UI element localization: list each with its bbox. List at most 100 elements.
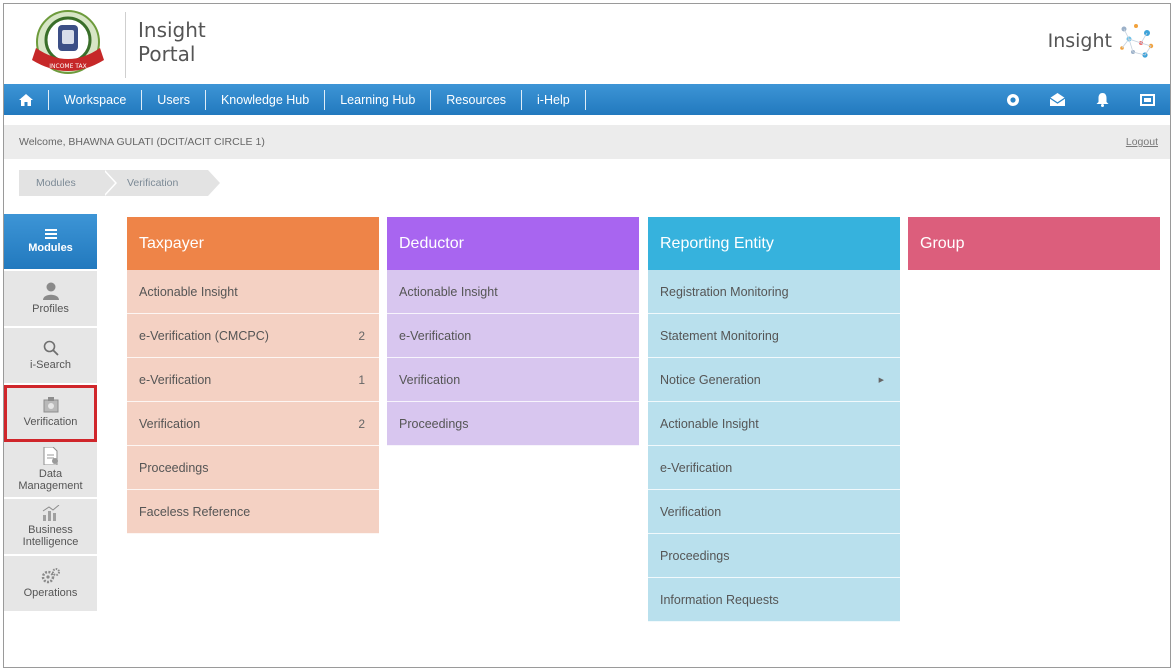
reporting-item-notice-generation[interactable]: Notice Generation ▶	[648, 358, 900, 402]
income-tax-emblem-logo: INCOME TAX	[22, 8, 114, 82]
sidebar-item-verification[interactable]: Verification	[4, 385, 97, 442]
insight-logo-text: Insight	[1047, 30, 1112, 52]
taxpayer-item-actionable-insight[interactable]: Actionable Insight	[127, 270, 379, 314]
menu-item-label: Proceedings	[660, 548, 730, 563]
taxpayer-item-proceedings[interactable]: Proceedings	[127, 446, 379, 490]
home-button[interactable]	[4, 84, 48, 115]
logout-link[interactable]: Logout	[1126, 136, 1158, 148]
menu-item-label: e-Verification (CMCPC)	[139, 328, 269, 343]
taxpayer-item-e-verification-cmcpc[interactable]: e-Verification (CMCPC) 2	[127, 314, 379, 358]
main-navbar: Workspace Users Knowledge Hub Learning H…	[4, 84, 1170, 115]
deductor-item-e-verification[interactable]: e-Verification	[387, 314, 639, 358]
gears-icon	[41, 568, 61, 584]
business-intelligence-icon	[42, 505, 60, 521]
reporting-item-registration-monitoring[interactable]: Registration Monitoring	[648, 270, 900, 314]
sidebar-item-profiles[interactable]: Profiles	[4, 271, 97, 328]
submenu-arrow-icon: ▶	[878, 376, 884, 384]
deductor-module: Deductor Actionable Insight e-Verificati…	[387, 217, 639, 446]
home-icon	[19, 93, 33, 106]
breadcrumb-verification[interactable]: Verification	[103, 170, 222, 196]
breadcrumb: Modules Verification	[19, 170, 222, 196]
menu-item-label: Actionable Insight	[660, 416, 759, 431]
menu-item-label: e-Verification	[399, 328, 472, 343]
sidebar-item-label: i-Search	[30, 359, 71, 371]
notifications-button[interactable]	[1080, 84, 1125, 115]
menu-item-label: Actionable Insight	[399, 284, 498, 299]
group-header[interactable]: Group	[908, 217, 1160, 270]
mail-button[interactable]	[1035, 84, 1080, 115]
nav-separator	[584, 89, 586, 110]
nav-workspace[interactable]: Workspace	[49, 84, 141, 115]
insight-logo: Insight	[1048, 22, 1156, 60]
nav-users[interactable]: Users	[142, 84, 205, 115]
menu-icon	[44, 229, 57, 239]
user-icon	[42, 282, 59, 300]
sidebar-item-business-intelligence[interactable]: Business Intelligence	[4, 499, 97, 556]
svg-text:INCOME TAX: INCOME TAX	[49, 63, 86, 70]
sidebar-item-label: Business	[28, 524, 73, 536]
mail-icon	[1050, 93, 1065, 106]
deductor-item-actionable-insight[interactable]: Actionable Insight	[387, 270, 639, 314]
deductor-item-proceedings[interactable]: Proceedings	[387, 402, 639, 446]
welcome-text: Welcome, BHAWNA GULATI (DCIT/ACIT CIRCLE…	[19, 136, 265, 148]
menu-item-label: Verification	[139, 416, 201, 431]
deductor-header: Deductor	[387, 217, 639, 270]
data-management-icon	[43, 447, 59, 465]
insight-network-icon	[1120, 24, 1154, 58]
reporting-item-proceedings[interactable]: Proceedings	[648, 534, 900, 578]
taxpayer-menu: Actionable Insight e-Verification (CMCPC…	[127, 270, 379, 534]
reporting-entity-header: Reporting Entity	[648, 217, 900, 270]
bell-icon	[1096, 92, 1109, 107]
reporting-item-e-verification[interactable]: e-Verification	[648, 446, 900, 490]
module-sidebar: Modules Profiles i-Search Verification D	[4, 214, 97, 639]
menu-item-label: Registration Monitoring	[660, 284, 789, 299]
sidebar-item-modules[interactable]: Modules	[4, 214, 97, 271]
menu-item-label: Proceedings	[399, 416, 469, 431]
welcome-bar: Welcome, BHAWNA GULATI (DCIT/ACIT CIRCLE…	[4, 125, 1170, 159]
sidebar-item-label: Operations	[23, 587, 78, 599]
search-icon	[43, 340, 59, 356]
fullscreen-icon	[1140, 93, 1155, 106]
header: INCOME TAX Insight Portal Insight	[4, 4, 1170, 84]
nav-resources[interactable]: Resources	[431, 84, 521, 115]
menu-item-label: Statement Monitoring	[660, 328, 779, 343]
sidebar-item-label: Profiles	[32, 303, 69, 315]
support-button[interactable]	[990, 84, 1035, 115]
menu-item-label: e-Verification	[139, 372, 212, 387]
group-module: Group	[908, 217, 1160, 270]
taxpayer-module: Taxpayer Actionable Insight e-Verificati…	[127, 217, 379, 534]
nav-learning-hub[interactable]: Learning Hub	[325, 84, 430, 115]
menu-item-label: Actionable Insight	[139, 284, 238, 299]
deductor-menu: Actionable Insight e-Verification Verifi…	[387, 270, 639, 446]
portal-title-line1: Insight	[138, 18, 206, 42]
header-divider	[125, 12, 126, 78]
portal-title-line2: Portal	[138, 42, 196, 66]
verification-icon	[43, 397, 59, 413]
sidebar-item-label: Data	[38, 468, 63, 480]
menu-item-label: Faceless Reference	[139, 504, 251, 519]
reporting-item-information-requests[interactable]: Information Requests	[648, 578, 900, 622]
navbar-actions	[990, 84, 1170, 115]
sidebar-item-data-management[interactable]: Data Management	[4, 442, 97, 499]
nav-knowledge-hub[interactable]: Knowledge Hub	[206, 84, 324, 115]
sidebar-item-operations[interactable]: Operations	[4, 556, 97, 613]
fullscreen-button[interactable]	[1125, 84, 1170, 115]
nav-i-help[interactable]: i-Help	[522, 84, 585, 115]
sidebar-item-label: Verification	[23, 416, 78, 428]
taxpayer-item-verification[interactable]: Verification 2	[127, 402, 379, 446]
menu-item-label: Verification	[399, 372, 461, 387]
reporting-entity-menu: Registration Monitoring Statement Monito…	[648, 270, 900, 622]
sidebar-item-label: Modules	[28, 242, 73, 254]
breadcrumb-modules[interactable]: Modules	[19, 170, 117, 196]
deductor-item-verification[interactable]: Verification	[387, 358, 639, 402]
taxpayer-item-e-verification[interactable]: e-Verification 1	[127, 358, 379, 402]
reporting-item-actionable-insight[interactable]: Actionable Insight	[648, 402, 900, 446]
lifebuoy-icon	[1006, 93, 1019, 106]
reporting-item-verification[interactable]: Verification	[648, 490, 900, 534]
taxpayer-item-faceless-reference[interactable]: Faceless Reference	[127, 490, 379, 534]
menu-item-label: Verification	[660, 504, 722, 519]
sidebar-item-label: Management	[18, 480, 83, 492]
reporting-item-statement-monitoring[interactable]: Statement Monitoring	[648, 314, 900, 358]
sidebar-item-i-search[interactable]: i-Search	[4, 328, 97, 385]
taxpayer-header: Taxpayer	[127, 217, 379, 270]
